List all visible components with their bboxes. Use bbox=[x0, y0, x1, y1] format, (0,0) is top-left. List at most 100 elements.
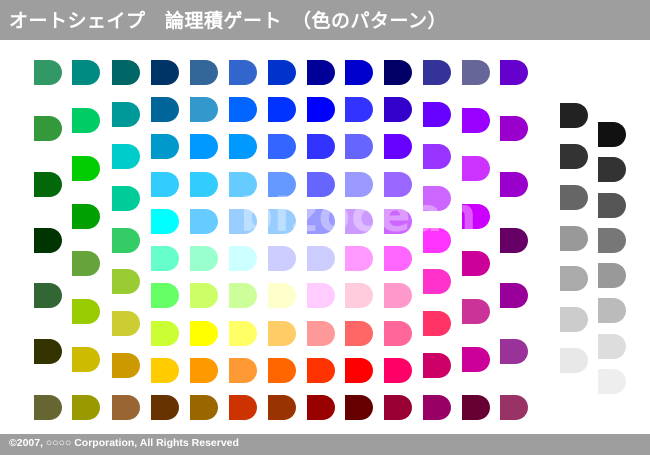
and-gate-shape bbox=[268, 60, 296, 85]
and-gate-shape-gray bbox=[560, 226, 588, 251]
and-gate-shape bbox=[34, 283, 62, 308]
and-gate-shape bbox=[384, 246, 412, 271]
and-gate-shape bbox=[500, 60, 528, 85]
and-gate-shape bbox=[345, 134, 373, 159]
and-gate-shape bbox=[500, 228, 528, 253]
and-gate-shape bbox=[268, 395, 296, 420]
and-gate-shape bbox=[500, 339, 528, 364]
and-gate-shape bbox=[72, 299, 100, 324]
and-gate-shape bbox=[112, 353, 140, 378]
watermark: bizocean bbox=[240, 188, 478, 242]
and-gate-shape-gray bbox=[598, 228, 626, 253]
and-gate-shape bbox=[151, 395, 179, 420]
and-gate-shape bbox=[112, 102, 140, 127]
and-gate-shape bbox=[72, 251, 100, 276]
and-gate-shape bbox=[72, 204, 100, 229]
and-gate-shape bbox=[151, 172, 179, 197]
and-gate-shape bbox=[34, 339, 62, 364]
and-gate-shape bbox=[268, 358, 296, 383]
and-gate-shape bbox=[190, 395, 218, 420]
and-gate-shape bbox=[423, 60, 451, 85]
and-gate-shape bbox=[423, 144, 451, 169]
and-gate-shape bbox=[151, 283, 179, 308]
and-gate-shape bbox=[345, 395, 373, 420]
and-gate-shape-gray bbox=[598, 157, 626, 182]
and-gate-shape bbox=[384, 60, 412, 85]
and-gate-shape bbox=[112, 186, 140, 211]
and-gate-shape-gray bbox=[598, 193, 626, 218]
and-gate-shape bbox=[307, 395, 335, 420]
and-gate-shape bbox=[72, 156, 100, 181]
and-gate-shape bbox=[500, 172, 528, 197]
and-gate-shape bbox=[72, 395, 100, 420]
and-gate-shape bbox=[229, 283, 257, 308]
and-gate-shape bbox=[268, 283, 296, 308]
and-gate-shape bbox=[229, 134, 257, 159]
and-gate-shape bbox=[423, 311, 451, 336]
and-gate-shape bbox=[34, 172, 62, 197]
footer-bar: ©2007, ○○○○ Corporation, All Rights Rese… bbox=[0, 434, 650, 455]
and-gate-shape bbox=[229, 358, 257, 383]
and-gate-shape bbox=[307, 97, 335, 122]
and-gate-shape bbox=[307, 246, 335, 271]
and-gate-shape bbox=[345, 246, 373, 271]
and-gate-shape bbox=[112, 60, 140, 85]
and-gate-shape bbox=[112, 144, 140, 169]
and-gate-shape-gray bbox=[598, 298, 626, 323]
and-gate-shape bbox=[345, 60, 373, 85]
and-gate-shape-gray bbox=[560, 307, 588, 332]
and-gate-shape bbox=[72, 108, 100, 133]
and-gate-shape bbox=[384, 134, 412, 159]
and-gate-shape bbox=[190, 358, 218, 383]
and-gate-shape bbox=[384, 97, 412, 122]
and-gate-shape bbox=[345, 283, 373, 308]
and-gate-shape bbox=[462, 108, 490, 133]
and-gate-shape bbox=[190, 246, 218, 271]
and-gate-shape bbox=[384, 395, 412, 420]
and-gate-shape bbox=[112, 228, 140, 253]
and-gate-shape bbox=[190, 283, 218, 308]
copyright-text: ©2007, ○○○○ Corporation, All Rights Rese… bbox=[9, 437, 239, 449]
and-gate-shape-gray bbox=[598, 369, 626, 394]
and-gate-shape bbox=[190, 172, 218, 197]
and-gate-shape bbox=[462, 395, 490, 420]
and-gate-shape bbox=[307, 358, 335, 383]
and-gate-shape bbox=[112, 269, 140, 294]
and-gate-shape-gray bbox=[560, 144, 588, 169]
and-gate-shape bbox=[423, 353, 451, 378]
and-gate-shape bbox=[72, 347, 100, 372]
and-gate-shape bbox=[112, 311, 140, 336]
and-gate-shape bbox=[307, 60, 335, 85]
and-gate-shape bbox=[268, 97, 296, 122]
and-gate-shape bbox=[112, 395, 140, 420]
and-gate-shape bbox=[345, 97, 373, 122]
and-gate-shape bbox=[268, 246, 296, 271]
and-gate-shape bbox=[500, 395, 528, 420]
and-gate-shape bbox=[34, 60, 62, 85]
and-gate-shape bbox=[151, 246, 179, 271]
and-gate-shape bbox=[345, 321, 373, 346]
and-gate-shape bbox=[190, 97, 218, 122]
and-gate-shape bbox=[34, 395, 62, 420]
and-gate-shape bbox=[268, 321, 296, 346]
and-gate-shape bbox=[423, 395, 451, 420]
and-gate-shape bbox=[229, 321, 257, 346]
and-gate-shape bbox=[151, 60, 179, 85]
and-gate-shape bbox=[34, 228, 62, 253]
and-gate-shape-gray bbox=[560, 103, 588, 128]
and-gate-shape bbox=[462, 251, 490, 276]
and-gate-shape bbox=[151, 321, 179, 346]
and-gate-shape bbox=[384, 321, 412, 346]
and-gate-shape bbox=[423, 269, 451, 294]
and-gate-shape bbox=[345, 358, 373, 383]
and-gate-shape bbox=[229, 395, 257, 420]
and-gate-shape bbox=[34, 116, 62, 141]
and-gate-shape-gray bbox=[598, 122, 626, 147]
and-gate-shape bbox=[72, 60, 100, 85]
and-gate-shape bbox=[384, 283, 412, 308]
and-gate-shape-gray bbox=[560, 185, 588, 210]
and-gate-shape bbox=[190, 60, 218, 85]
and-gate-shape bbox=[307, 134, 335, 159]
and-gate-shape bbox=[307, 283, 335, 308]
and-gate-shape bbox=[190, 209, 218, 234]
